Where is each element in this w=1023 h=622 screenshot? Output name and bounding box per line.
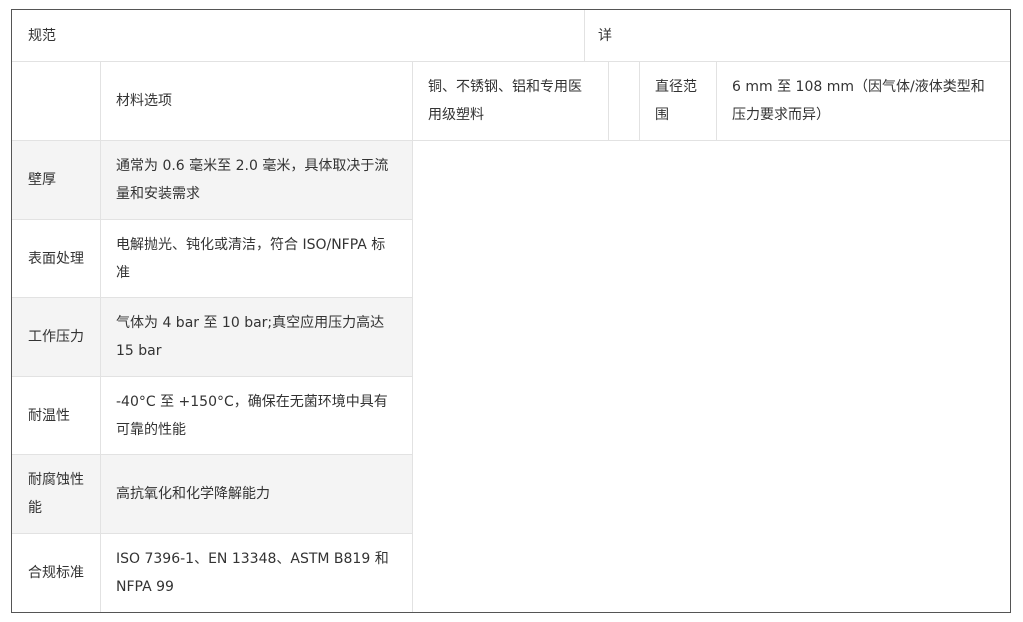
row1-blank <box>608 62 640 140</box>
header-spec: 规范 <box>28 27 56 44</box>
row1-diameter-label: 直径范围 <box>655 79 697 123</box>
row-value-corrosion: 高抗氧化和化学降解能力 <box>116 486 270 502</box>
row-label-corrosion: 耐腐蚀性能 <box>28 472 84 516</box>
spec-table: 规范 详 材料选项 铜、不锈钢、铝和专用医用级塑料 直径范围 6 mm 至 10… <box>11 9 1011 613</box>
row-value-surface-finish: 电解抛光、钝化或清洁，符合 ISO/NFPA 标准 <box>116 236 386 281</box>
row1-materials: 铜、不锈钢、铝和专用医用级塑料 <box>428 79 582 123</box>
header-detail: 详 <box>598 27 612 44</box>
row-label-temperature: 耐温性 <box>28 407 70 424</box>
row1-diameter-value: 6 mm 至 108 mm（因气体/液体类型和压力要求而异） <box>732 79 985 123</box>
row-value-temperature: -40°C 至 +150°C，确保在无菌环境中具有可靠的性能 <box>116 393 388 438</box>
row-value-wall-thickness: 通常为 0.6 毫米至 2.0 毫米，具体取决于流量和安装需求 <box>116 158 389 202</box>
row-label-compliance: 合规标准 <box>28 565 84 581</box>
row-label-working-pressure: 工作压力 <box>28 329 84 345</box>
row1-label <box>12 62 100 140</box>
row1-item: 材料选项 <box>116 93 172 109</box>
divider <box>412 61 413 612</box>
row-label-surface-finish: 表面处理 <box>28 250 84 267</box>
row-value-compliance: ISO 7396-1、EN 13348、ASTM B819 和 NFPA 99 <box>116 551 389 595</box>
row-value-working-pressure: 气体为 4 bar 至 10 bar;真空应用压力高达 15 bar <box>116 315 385 359</box>
row-label-wall-thickness: 壁厚 <box>28 172 56 188</box>
